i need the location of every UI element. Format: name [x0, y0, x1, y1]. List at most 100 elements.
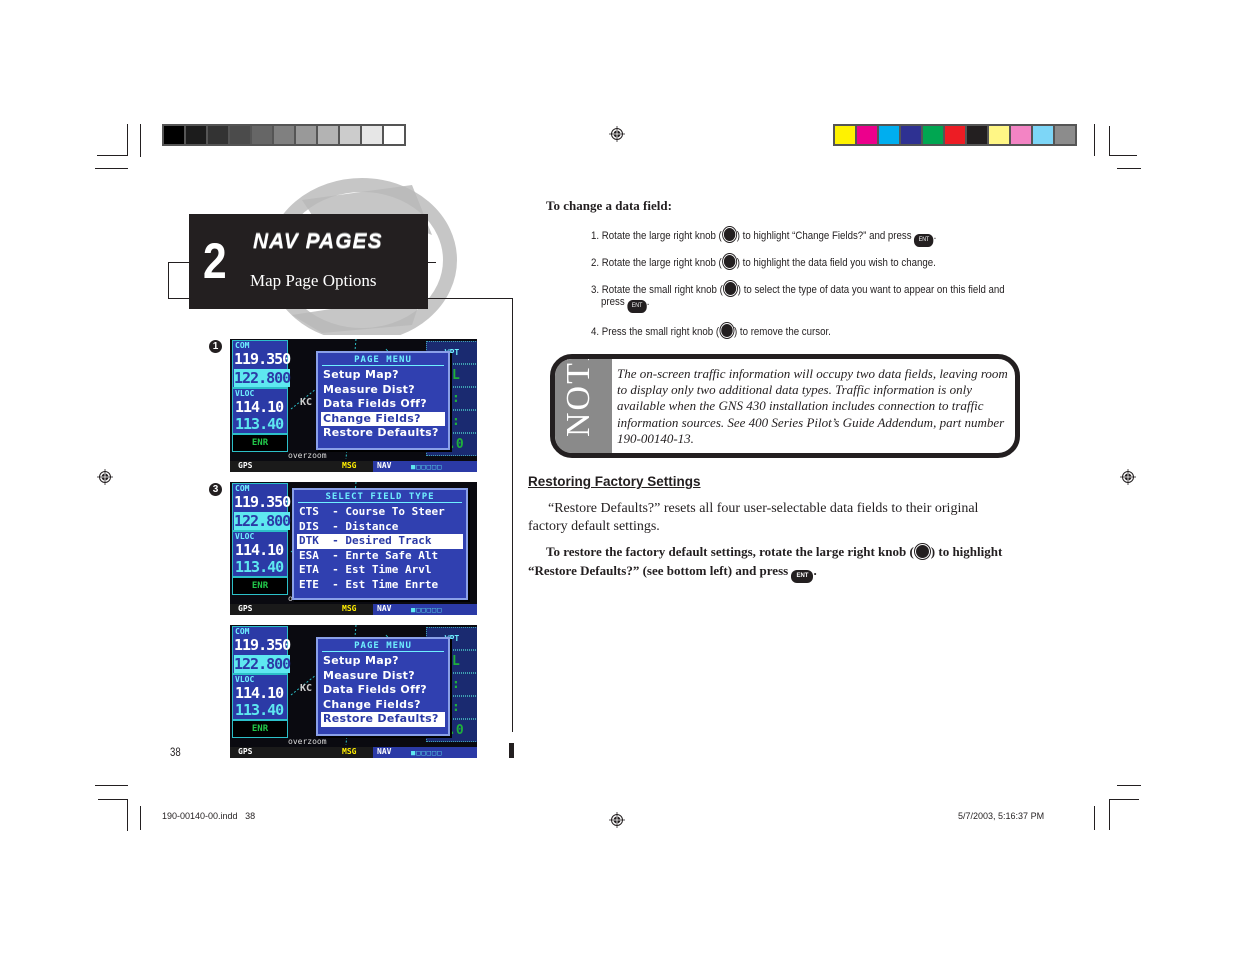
menu-item[interactable]: DTK - Desired Track: [297, 534, 463, 549]
color-swatch: [362, 126, 382, 144]
color-swatch: [318, 126, 338, 144]
rule: [428, 298, 513, 299]
small-knob-icon: [723, 281, 737, 296]
com-active-frequency[interactable]: 119.350: [234, 350, 291, 368]
rule: [168, 262, 169, 299]
menu-title: PAGE MENU: [322, 641, 444, 652]
com-standby-frequency[interactable]: 122.800: [234, 655, 291, 673]
color-swatch: [164, 126, 184, 144]
section-heading: Restoring Factory Settings: [528, 474, 701, 489]
menu-item[interactable]: Change Fields?: [318, 698, 448, 713]
large-knob-icon: [722, 254, 736, 269]
crop-mark: [127, 799, 128, 831]
com-standby-frequency[interactable]: 122.800: [234, 512, 291, 530]
crop-mark: [1117, 168, 1141, 169]
vloc-active-frequency[interactable]: 114.10: [235, 541, 284, 559]
color-swatch: [857, 126, 877, 144]
com-panel: COM 119.350 122.800: [232, 340, 291, 388]
note-box: NOTE The on-screen traffic information w…: [550, 354, 1020, 458]
menu-title: PAGE MENU: [322, 355, 444, 366]
rule: [512, 298, 513, 732]
com-standby-frequency[interactable]: 122.800: [234, 369, 291, 387]
step-4: 4. Press the small right knob () to remo…: [591, 323, 831, 338]
restore-description: “Restore Defaults?” resets all four user…: [528, 501, 979, 534]
step-marker: 1: [209, 340, 222, 353]
color-swatch: [835, 126, 855, 144]
vloc-active-frequency[interactable]: 114.10: [235, 398, 284, 416]
status-bar: GPS MSG NAV ■□□□□□: [230, 747, 477, 758]
color-swatch: [252, 126, 272, 144]
section-title: Map Page Options: [250, 271, 377, 290]
menu-item[interactable]: CTS - Course To Steer: [294, 505, 466, 520]
procedure-heading: To change a data field:: [546, 198, 672, 213]
crop-mark: [140, 806, 141, 830]
crop-mark: [127, 124, 128, 156]
vloc-standby-frequency[interactable]: 113.40: [235, 558, 284, 576]
com-active-frequency[interactable]: 119.350: [234, 493, 291, 511]
status-msg: MSG: [342, 461, 357, 470]
color-swatch: [1033, 126, 1053, 144]
vloc-standby-frequency[interactable]: 113.40: [235, 415, 284, 433]
mode-indicator: ENR: [232, 720, 288, 738]
com-active-frequency[interactable]: 119.350: [234, 636, 291, 654]
color-swatch: [384, 126, 404, 144]
large-knob-icon: [722, 227, 736, 242]
slug-timestamp: 5/7/2003, 5:16:37 PM: [958, 811, 1045, 821]
menu-item[interactable]: Measure Dist?: [318, 669, 448, 684]
com-label: COM: [235, 484, 250, 493]
note-label: NOTE: [560, 354, 597, 437]
status-bar: GPS MSG NAV ■□□□□□: [230, 461, 477, 472]
menu-item[interactable]: Change Fields?: [321, 411, 445, 426]
menu-item[interactable]: Restore Defaults?: [318, 426, 448, 441]
menu-item[interactable]: Restore Defaults?: [321, 712, 445, 727]
large-knob-icon: [914, 544, 930, 559]
color-swatch: [340, 126, 360, 144]
vloc-label: VLOC: [235, 532, 255, 541]
color-swatch: [923, 126, 943, 144]
map-overzoom: overzoom: [288, 451, 327, 460]
grayscale-color-bar: [162, 124, 406, 146]
gps-screen: KC overzoom COM 119.350 122.800 VLOC 114…: [230, 339, 477, 472]
color-swatch: [967, 126, 987, 144]
crop-mark: [1109, 799, 1139, 800]
select-field-type-menu: SELECT FIELD TYPE CTS - Course To Steer D…: [292, 488, 468, 600]
status-nav: NAV ■□□□□□: [373, 461, 477, 472]
menu-item[interactable]: Data Fields Off?: [318, 397, 448, 412]
menu-item[interactable]: ESA - Enrte Safe Alt: [294, 549, 466, 564]
gps-screen: overzoom COM 119.350 122.800 VLOC 114.10…: [230, 482, 477, 615]
crop-mark: [1094, 124, 1095, 156]
crop-mark: [1109, 126, 1110, 156]
page-menu: PAGE MENU Setup Map? Measure Dist? Data Fi…: [316, 637, 450, 736]
crop-mark: [95, 785, 128, 786]
vloc-standby-frequency[interactable]: 113.40: [235, 701, 284, 719]
status-gps: GPS: [238, 604, 253, 613]
rule: [168, 298, 190, 299]
status-bar: GPS MSG NAV ■□□□□□: [230, 604, 477, 615]
crop-mark: [140, 124, 141, 157]
com-label: COM: [235, 341, 250, 350]
ent-key-icon: ENT: [791, 570, 814, 583]
vloc-panel: VLOC 114.10 113.40: [232, 388, 288, 434]
step-1: 1. Rotate the large right knob () to hig…: [591, 227, 936, 247]
map-overzoom: overzoom: [288, 737, 327, 746]
crop-mark: [97, 155, 128, 156]
menu-item[interactable]: ETA - Est Time Arvl: [294, 563, 466, 578]
vloc-active-frequency[interactable]: 114.10: [235, 684, 284, 702]
status-gps: GPS: [238, 461, 253, 470]
mode-indicator: ENR: [232, 577, 288, 595]
menu-item[interactable]: Setup Map?: [318, 654, 448, 669]
color-swatch: [901, 126, 921, 144]
step-3: 3. Rotate the small right knob () to sel…: [591, 281, 1005, 296]
menu-item[interactable]: ETE - Est Time Enrte: [294, 578, 466, 593]
rule: [509, 743, 514, 758]
map-label: KC: [300, 683, 313, 694]
small-knob-icon: [719, 323, 734, 338]
slug-filename: 190-00140-00.indd 38: [162, 811, 256, 821]
menu-item[interactable]: Measure Dist?: [318, 383, 448, 398]
menu-item[interactable]: Data Fields Off?: [318, 683, 448, 698]
page-menu: PAGE MENU Setup Map? Measure Dist? Data Fi…: [316, 351, 450, 450]
menu-item[interactable]: DIS - Distance: [294, 520, 466, 535]
chapter-title: NAV PAGES: [253, 230, 383, 253]
menu-item[interactable]: Setup Map?: [318, 368, 448, 383]
registration-mark-icon: [609, 812, 625, 828]
